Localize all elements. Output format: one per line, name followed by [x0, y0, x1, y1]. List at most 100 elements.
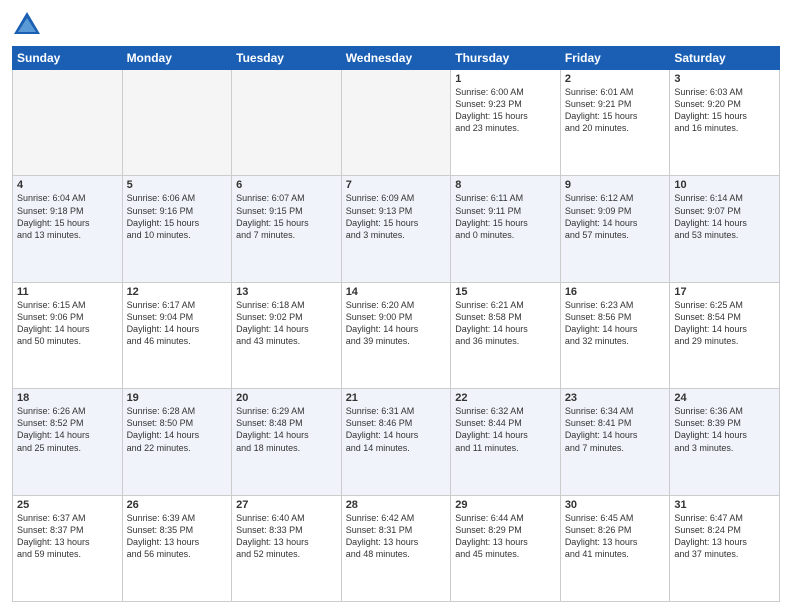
header-cell-friday: Friday [560, 47, 670, 70]
day-info: and 52 minutes. [236, 548, 337, 560]
day-info: Sunrise: 6:39 AM [127, 512, 228, 524]
day-info: and 14 minutes. [346, 442, 447, 454]
day-cell: 23Sunrise: 6:34 AMSunset: 8:41 PMDayligh… [560, 389, 670, 495]
day-info: Daylight: 13 hours [236, 536, 337, 548]
day-info: and 3 minutes. [674, 442, 775, 454]
day-info: Sunset: 9:21 PM [565, 98, 666, 110]
day-number: 15 [455, 286, 556, 298]
day-info: and 7 minutes. [565, 442, 666, 454]
day-info: Daylight: 15 hours [674, 110, 775, 122]
day-info: Sunset: 8:35 PM [127, 524, 228, 536]
day-info: Sunrise: 6:17 AM [127, 299, 228, 311]
day-info: Sunrise: 6:36 AM [674, 405, 775, 417]
day-cell: 10Sunrise: 6:14 AMSunset: 9:07 PMDayligh… [670, 176, 780, 282]
day-info: Daylight: 14 hours [674, 323, 775, 335]
day-cell [122, 70, 232, 176]
day-cell: 18Sunrise: 6:26 AMSunset: 8:52 PMDayligh… [13, 389, 123, 495]
day-info: Daylight: 13 hours [346, 536, 447, 548]
day-info: and 0 minutes. [455, 229, 556, 241]
day-info: and 53 minutes. [674, 229, 775, 241]
day-info: Daylight: 14 hours [674, 217, 775, 229]
day-info: Sunrise: 6:25 AM [674, 299, 775, 311]
day-cell: 15Sunrise: 6:21 AMSunset: 8:58 PMDayligh… [451, 282, 561, 388]
day-cell: 28Sunrise: 6:42 AMSunset: 8:31 PMDayligh… [341, 495, 451, 601]
day-cell [341, 70, 451, 176]
day-cell: 6Sunrise: 6:07 AMSunset: 9:15 PMDaylight… [232, 176, 342, 282]
day-info: Sunrise: 6:40 AM [236, 512, 337, 524]
day-info: Sunset: 8:44 PM [455, 417, 556, 429]
day-info: Daylight: 15 hours [17, 217, 118, 229]
day-info: Sunset: 8:31 PM [346, 524, 447, 536]
day-info: and 59 minutes. [17, 548, 118, 560]
day-info: Daylight: 15 hours [236, 217, 337, 229]
day-info: Sunset: 9:13 PM [346, 205, 447, 217]
header-cell-wednesday: Wednesday [341, 47, 451, 70]
day-info: Daylight: 14 hours [236, 323, 337, 335]
day-cell: 19Sunrise: 6:28 AMSunset: 8:50 PMDayligh… [122, 389, 232, 495]
day-info: Daylight: 14 hours [565, 429, 666, 441]
day-info: Sunset: 9:15 PM [236, 205, 337, 217]
day-info: Sunrise: 6:12 AM [565, 192, 666, 204]
day-info: and 43 minutes. [236, 335, 337, 347]
day-info: Sunset: 9:09 PM [565, 205, 666, 217]
day-number: 28 [346, 499, 447, 511]
day-info: Sunset: 9:00 PM [346, 311, 447, 323]
day-info: Sunrise: 6:09 AM [346, 192, 447, 204]
day-info: Daylight: 14 hours [455, 429, 556, 441]
day-number: 13 [236, 286, 337, 298]
header-cell-saturday: Saturday [670, 47, 780, 70]
day-info: and 22 minutes. [127, 442, 228, 454]
day-number: 8 [455, 179, 556, 191]
day-info: and 29 minutes. [674, 335, 775, 347]
header-cell-thursday: Thursday [451, 47, 561, 70]
day-cell: 14Sunrise: 6:20 AMSunset: 9:00 PMDayligh… [341, 282, 451, 388]
day-info: Daylight: 13 hours [127, 536, 228, 548]
day-cell: 20Sunrise: 6:29 AMSunset: 8:48 PMDayligh… [232, 389, 342, 495]
day-number: 30 [565, 499, 666, 511]
day-info: and 50 minutes. [17, 335, 118, 347]
day-info: Daylight: 14 hours [236, 429, 337, 441]
day-info: Sunrise: 6:26 AM [17, 405, 118, 417]
day-info: and 45 minutes. [455, 548, 556, 560]
day-info: Sunrise: 6:29 AM [236, 405, 337, 417]
day-cell [13, 70, 123, 176]
day-info: Sunset: 8:58 PM [455, 311, 556, 323]
logo-icon [12, 10, 42, 40]
day-info: Sunrise: 6:28 AM [127, 405, 228, 417]
day-info: Daylight: 15 hours [565, 110, 666, 122]
day-number: 10 [674, 179, 775, 191]
header-cell-tuesday: Tuesday [232, 47, 342, 70]
day-number: 9 [565, 179, 666, 191]
header [12, 10, 780, 40]
week-row-5: 25Sunrise: 6:37 AMSunset: 8:37 PMDayligh… [13, 495, 780, 601]
day-info: Sunrise: 6:04 AM [17, 192, 118, 204]
day-info: Daylight: 14 hours [565, 323, 666, 335]
day-info: Sunrise: 6:21 AM [455, 299, 556, 311]
day-info: Daylight: 14 hours [17, 429, 118, 441]
day-info: Sunset: 9:20 PM [674, 98, 775, 110]
day-info: Sunrise: 6:34 AM [565, 405, 666, 417]
day-cell: 17Sunrise: 6:25 AMSunset: 8:54 PMDayligh… [670, 282, 780, 388]
day-info: Sunset: 8:46 PM [346, 417, 447, 429]
day-number: 27 [236, 499, 337, 511]
day-cell: 4Sunrise: 6:04 AMSunset: 9:18 PMDaylight… [13, 176, 123, 282]
day-info: and 36 minutes. [455, 335, 556, 347]
day-info: Sunrise: 6:14 AM [674, 192, 775, 204]
day-number: 24 [674, 392, 775, 404]
day-number: 14 [346, 286, 447, 298]
day-cell: 7Sunrise: 6:09 AMSunset: 9:13 PMDaylight… [341, 176, 451, 282]
day-cell: 5Sunrise: 6:06 AMSunset: 9:16 PMDaylight… [122, 176, 232, 282]
day-info: Sunset: 8:24 PM [674, 524, 775, 536]
day-info: Sunrise: 6:03 AM [674, 86, 775, 98]
day-info: and 7 minutes. [236, 229, 337, 241]
day-number: 26 [127, 499, 228, 511]
day-info: and 46 minutes. [127, 335, 228, 347]
day-cell: 24Sunrise: 6:36 AMSunset: 8:39 PMDayligh… [670, 389, 780, 495]
day-info: Sunset: 8:50 PM [127, 417, 228, 429]
day-info: Sunrise: 6:42 AM [346, 512, 447, 524]
day-number: 6 [236, 179, 337, 191]
day-number: 17 [674, 286, 775, 298]
day-cell: 27Sunrise: 6:40 AMSunset: 8:33 PMDayligh… [232, 495, 342, 601]
day-info: Sunrise: 6:00 AM [455, 86, 556, 98]
calendar-table: SundayMondayTuesdayWednesdayThursdayFrid… [12, 46, 780, 602]
